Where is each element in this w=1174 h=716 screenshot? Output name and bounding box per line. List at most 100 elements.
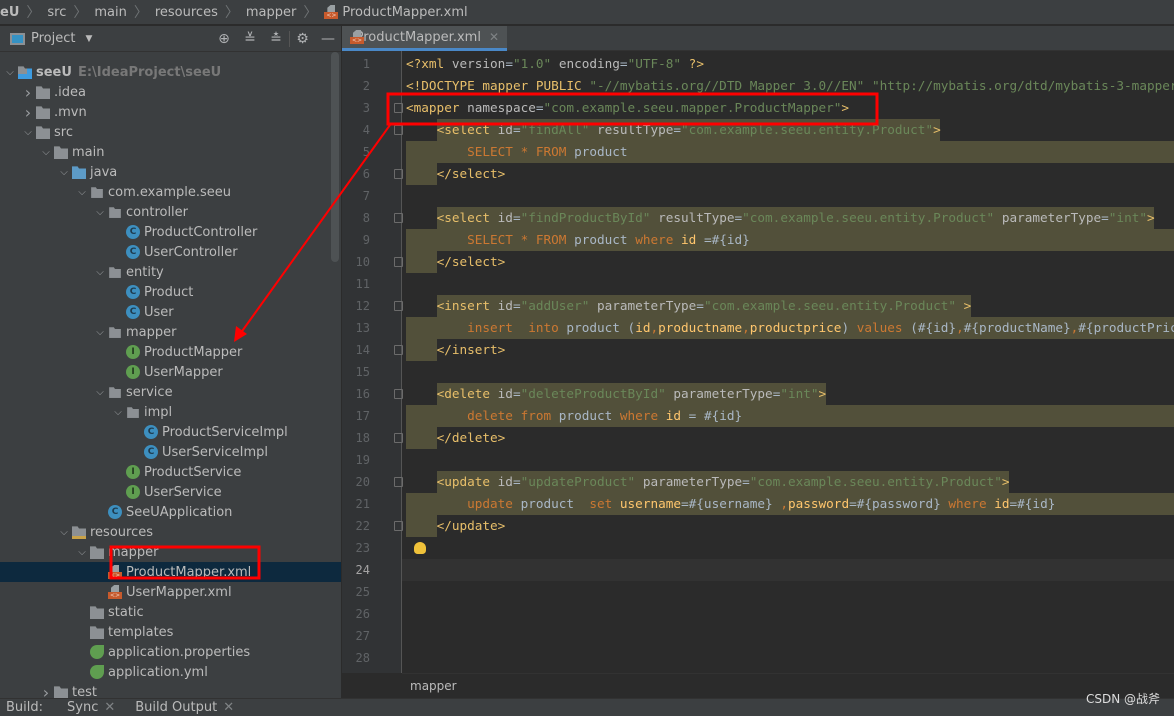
breadcrumb-item[interactable]: src bbox=[47, 5, 66, 20]
code-line: </select> bbox=[394, 163, 1174, 185]
code-token: <delete bbox=[436, 386, 498, 401]
tree-item[interactable]: ⌵ mapper bbox=[0, 322, 341, 342]
breadcrumb-item[interactable]: main bbox=[94, 5, 126, 20]
tree-item[interactable]: ⌵ main bbox=[0, 142, 341, 162]
tab-build-output[interactable]: Build Output bbox=[135, 700, 217, 715]
tree-item-label: java bbox=[90, 164, 118, 180]
collapse-all-icon[interactable]: ≛ bbox=[263, 31, 289, 47]
breadcrumb-item[interactable]: resources bbox=[155, 5, 218, 20]
tree-item[interactable]: ⌵ entity bbox=[0, 262, 341, 282]
close-tab-icon[interactable]: ✕ bbox=[489, 30, 499, 44]
tree-item[interactable]: › test bbox=[0, 682, 341, 698]
expand-all-icon[interactable]: ≚ bbox=[237, 31, 263, 47]
close-sync-icon[interactable]: ✕ bbox=[104, 700, 115, 715]
code-token: where bbox=[619, 408, 659, 423]
tree-item[interactable]: ⌵ java bbox=[0, 162, 341, 182]
chevron-down-icon[interactable]: ⌵ bbox=[94, 207, 106, 218]
fold-marker-icon[interactable] bbox=[394, 301, 403, 311]
breadcrumb-label: src bbox=[47, 4, 67, 20]
code-area[interactable]: <?xml version="1.0" encoding="UTF-8" ?> <… bbox=[394, 51, 1174, 673]
tree-item[interactable]: application.properties bbox=[0, 642, 341, 662]
tree-item[interactable]: I UserMapper bbox=[0, 362, 341, 382]
breadcrumb-item[interactable]: ProductMapper.xml bbox=[324, 5, 468, 20]
tree-item[interactable]: ⌵ src bbox=[0, 122, 341, 142]
chevron-down-icon[interactable]: ▼ bbox=[85, 34, 92, 44]
tree-item[interactable]: ⌵ resources bbox=[0, 522, 341, 542]
tree-item[interactable]: C UserServiceImpl bbox=[0, 442, 341, 462]
tree-item[interactable]: ⌵ service bbox=[0, 382, 341, 402]
fold-marker-icon[interactable] bbox=[394, 125, 403, 135]
code-line bbox=[402, 537, 1174, 559]
chevron-down-icon[interactable]: ⌵ bbox=[22, 127, 34, 138]
tree-scrollbar[interactable] bbox=[331, 52, 339, 262]
tree-item[interactable]: ⌵ mapper bbox=[0, 542, 341, 562]
tree-item-label: entity bbox=[126, 264, 164, 280]
chevron-down-icon[interactable]: ⌵ bbox=[4, 67, 16, 78]
chevron-down-icon[interactable]: ⌵ bbox=[58, 167, 70, 178]
tree-item[interactable]: ⌵ seeU E:\IdeaProject\seeU bbox=[0, 62, 341, 82]
chevron-down-icon[interactable]: ⌵ bbox=[58, 527, 70, 538]
tree-item[interactable]: C SeeUApplication bbox=[0, 502, 341, 522]
chevron-right-icon[interactable]: › bbox=[40, 683, 52, 699]
breadcrumb-item[interactable]: eU bbox=[0, 5, 19, 20]
fold-marker-icon[interactable] bbox=[394, 103, 403, 113]
chevron-right-icon[interactable]: › bbox=[22, 103, 34, 122]
breadcrumb-item[interactable]: mapper bbox=[246, 5, 296, 20]
tree-item[interactable]: application.yml bbox=[0, 662, 341, 682]
tree-item[interactable]: C ProductServiceImpl bbox=[0, 422, 341, 442]
fold-marker-icon[interactable] bbox=[394, 213, 403, 223]
fold-marker-icon[interactable] bbox=[394, 433, 403, 443]
intention-bulb-icon[interactable] bbox=[414, 542, 426, 554]
close-build-output-icon[interactable]: ✕ bbox=[223, 700, 234, 715]
gear-icon[interactable]: ⚙ bbox=[289, 31, 315, 47]
tree-item[interactable]: › .idea bbox=[0, 82, 341, 102]
chevron-down-icon[interactable]: ⌵ bbox=[94, 327, 106, 338]
chevron-down-icon[interactable]: ⌵ bbox=[94, 387, 106, 398]
fold-marker-icon[interactable] bbox=[394, 521, 403, 531]
line-number: 9 bbox=[362, 233, 370, 247]
line-number: 18 bbox=[355, 431, 370, 445]
code-token: ) bbox=[841, 320, 857, 335]
tree-item[interactable]: › .mvn bbox=[0, 102, 341, 122]
code-line: </delete> bbox=[394, 427, 1174, 449]
project-view-selector[interactable]: Project bbox=[31, 31, 75, 46]
chevron-down-icon[interactable]: ⌵ bbox=[76, 187, 88, 198]
chevron-down-icon[interactable]: ⌵ bbox=[76, 547, 88, 558]
tree-item[interactable]: C ProductController bbox=[0, 222, 341, 242]
tree-item[interactable]: I ProductMapper bbox=[0, 342, 341, 362]
code-text: insert into product (id,productname,prod… bbox=[406, 317, 1174, 339]
tree-item[interactable]: C Product bbox=[0, 282, 341, 302]
fold-marker-icon[interactable] bbox=[394, 169, 403, 179]
tree-item[interactable]: ⌵ com.example.seeu bbox=[0, 182, 341, 202]
class-icon: C bbox=[126, 305, 140, 319]
tree-item[interactable]: C User bbox=[0, 302, 341, 322]
fold-marker-icon[interactable] bbox=[394, 389, 403, 399]
tab-productmapper-xml[interactable]: ProductMapper.xml ✕ bbox=[342, 26, 507, 51]
tree-item[interactable]: C UserController bbox=[0, 242, 341, 262]
fold-marker-icon[interactable] bbox=[394, 257, 403, 267]
tree-item[interactable]: I UserService bbox=[0, 482, 341, 502]
tree-item[interactable]: static bbox=[0, 602, 341, 622]
chevron-down-icon[interactable]: ⌵ bbox=[94, 267, 106, 278]
fold-marker-icon[interactable] bbox=[394, 345, 403, 355]
class-icon: C bbox=[126, 225, 140, 239]
tree-item-label: src bbox=[54, 124, 73, 140]
minimize-icon[interactable]: — bbox=[315, 31, 341, 47]
tree-item[interactable]: ⌵ controller bbox=[0, 202, 341, 222]
chevron-right-icon[interactable]: › bbox=[22, 83, 34, 102]
chevron-down-icon[interactable]: ⌵ bbox=[40, 147, 52, 158]
tree-item[interactable]: ProductMapper.xml bbox=[0, 562, 341, 582]
code-token: = bbox=[535, 100, 544, 115]
chevron-down-icon[interactable]: ⌵ bbox=[112, 407, 124, 418]
tree-item[interactable]: UserMapper.xml bbox=[0, 582, 341, 602]
tree-item[interactable]: I ProductService bbox=[0, 462, 341, 482]
tree-item[interactable]: templates bbox=[0, 622, 341, 642]
fold-marker-icon[interactable] bbox=[394, 477, 403, 487]
locate-icon[interactable]: ⊕ bbox=[211, 31, 237, 47]
code-token: > bbox=[818, 386, 827, 401]
tab-sync[interactable]: Sync bbox=[67, 700, 98, 715]
tree-item[interactable]: ⌵ impl bbox=[0, 402, 341, 422]
